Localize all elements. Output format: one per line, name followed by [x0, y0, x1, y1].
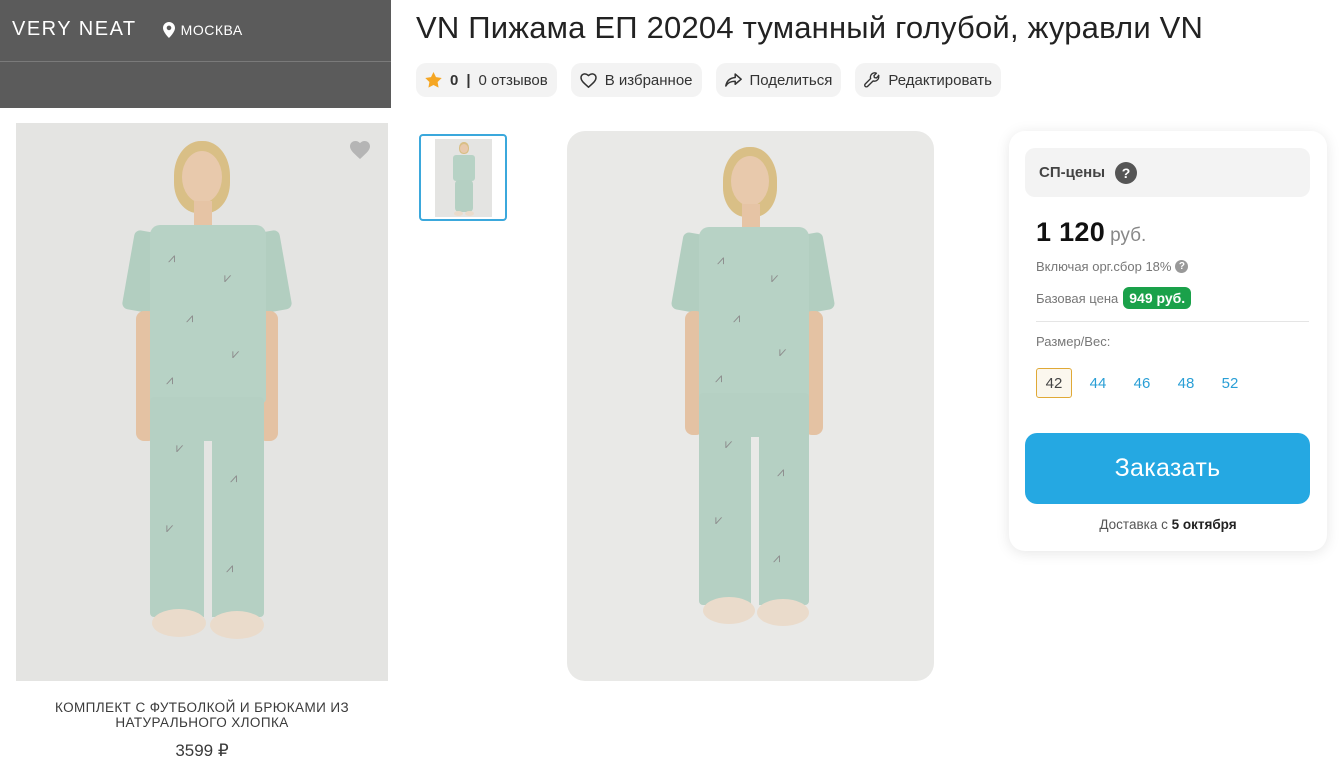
- edit-button[interactable]: Редактировать: [855, 63, 1001, 97]
- fee-note-text: Включая орг.сбор 18%: [1036, 259, 1172, 274]
- size-option-46[interactable]: 46: [1124, 368, 1160, 398]
- share-icon: [724, 73, 742, 87]
- rating-separator: |: [466, 71, 471, 89]
- share-label: Поделиться: [749, 71, 833, 89]
- favorite-label: В избранное: [604, 71, 693, 89]
- product-title: VN Пижама ЕП 20204 туманный голубой, жур…: [416, 10, 1204, 45]
- map-pin-icon: [162, 21, 175, 38]
- promo-panel: VERY NEAT МОСКВА ⩘ ⩗ ⩘ ⩗ ⩘ ⩗ ⩘ ⩗ ⩘ КОМПЛ…: [0, 0, 391, 772]
- base-price: Базовая цена 949 руб.: [1036, 287, 1192, 309]
- reviews-link[interactable]: 0 отзывов: [479, 72, 548, 89]
- city-selector[interactable]: МОСКВА: [181, 22, 243, 38]
- brand-logo[interactable]: VERY NEAT: [12, 18, 137, 41]
- delivery-prefix: Доставка с: [1099, 517, 1172, 532]
- delivery-date: 5 октября: [1171, 517, 1237, 532]
- divider: [1036, 321, 1309, 322]
- rating-chip[interactable]: 0 | 0 отзывов: [416, 63, 557, 97]
- sp-prices-label: СП-цены: [1039, 164, 1106, 181]
- help-icon[interactable]: ?: [1115, 161, 1138, 184]
- price-value: 1 120: [1036, 217, 1106, 247]
- product-actions: 0 | 0 отзывов В избранное Поделиться Ред…: [416, 63, 1001, 97]
- rating-value: 0: [450, 71, 459, 89]
- model-figure: ⩘ ⩗ ⩘ ⩗ ⩘ ⩗ ⩘ ⩗ ⩘: [659, 147, 849, 647]
- price: 1 120 руб.: [1036, 217, 1146, 248]
- thumbnail-image: [435, 139, 492, 217]
- gallery-thumbnail[interactable]: [419, 134, 507, 221]
- fee-note: Включая орг.сбор 18% ?: [1036, 259, 1189, 274]
- size-options: 42 44 46 48 52: [1036, 368, 1248, 398]
- delivery-info: Доставка с 5 октября: [1009, 517, 1327, 532]
- size-option-48[interactable]: 48: [1168, 368, 1204, 398]
- size-label: Размер/Вес:: [1036, 334, 1111, 349]
- base-price-badge: 949 руб.: [1123, 287, 1192, 309]
- edit-label: Редактировать: [888, 71, 992, 89]
- favorite-button[interactable]: В избранное: [570, 63, 702, 97]
- fee-help-icon[interactable]: ?: [1175, 260, 1189, 273]
- promo-price: 3599 ₽: [175, 741, 229, 760]
- wrench-icon: [864, 72, 880, 88]
- divider: [0, 61, 391, 62]
- order-button[interactable]: Заказать: [1025, 433, 1310, 504]
- order-card: СП-цены ? 1 120 руб. Включая орг.сбор 18…: [1009, 131, 1327, 551]
- size-option-42[interactable]: 42: [1036, 368, 1072, 398]
- model-figure: ⩘ ⩗ ⩘ ⩗ ⩘ ⩗ ⩘ ⩗ ⩘: [106, 141, 306, 661]
- share-button[interactable]: Поделиться: [715, 63, 842, 97]
- promo-product-image[interactable]: ⩘ ⩗ ⩘ ⩗ ⩘ ⩗ ⩘ ⩗ ⩘: [16, 123, 388, 681]
- base-price-label: Базовая цена: [1036, 290, 1119, 306]
- size-option-44[interactable]: 44: [1080, 368, 1116, 398]
- size-option-52[interactable]: 52: [1212, 368, 1248, 398]
- star-icon: [425, 72, 442, 88]
- price-currency: руб.: [1110, 225, 1147, 246]
- main-product-image[interactable]: ⩘ ⩗ ⩘ ⩗ ⩘ ⩗ ⩘ ⩗ ⩘: [567, 131, 934, 681]
- sp-prices-header[interactable]: СП-цены ?: [1025, 148, 1310, 197]
- heart-icon[interactable]: [350, 141, 370, 164]
- brand-header: VERY NEAT МОСКВА: [0, 0, 391, 108]
- promo-caption[interactable]: КОМПЛЕКТ С ФУТБОЛКОЙ И БРЮКАМИ ИЗ НАТУРА…: [16, 700, 388, 730]
- heart-outline-icon: [579, 72, 597, 88]
